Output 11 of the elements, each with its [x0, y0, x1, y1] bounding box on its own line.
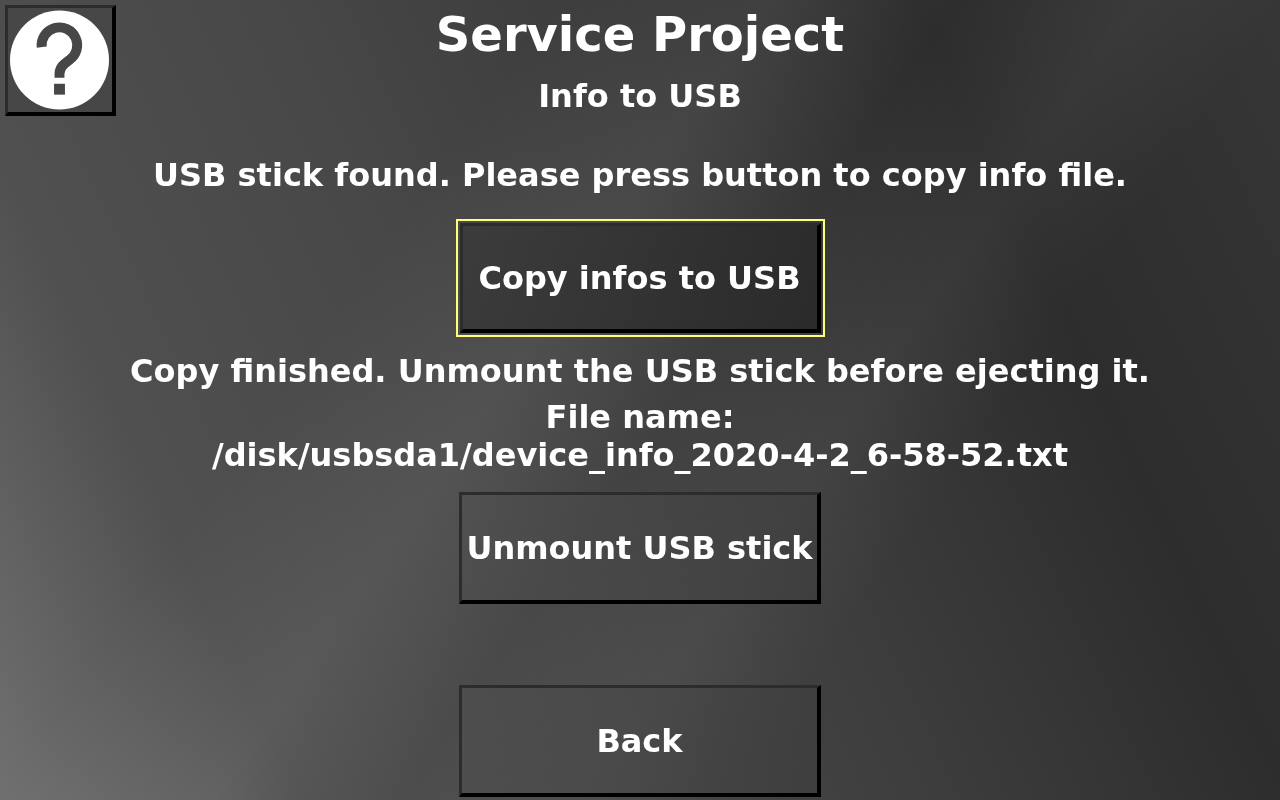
help-button[interactable] [5, 5, 116, 116]
page-subtitle: Info to USB [538, 78, 742, 114]
back-button[interactable]: Back [459, 685, 821, 797]
instruction-text: USB stick found. Please press button to copy info file. [153, 157, 1127, 193]
file-path-text: /disk/usbsda1/device_info_2020-4-2_6-58-52.txt [212, 437, 1068, 473]
status-message: Copy finished. Unmount the USB stick before ejecting it. [130, 353, 1150, 389]
page-title: Service Project [435, 8, 845, 60]
unmount-button[interactable]: Unmount USB stick [459, 492, 821, 604]
copy-button[interactable]: Copy infos to USB [459, 223, 821, 333]
file-name-label: File name: [545, 399, 735, 435]
help-icon [10, 9, 109, 110]
